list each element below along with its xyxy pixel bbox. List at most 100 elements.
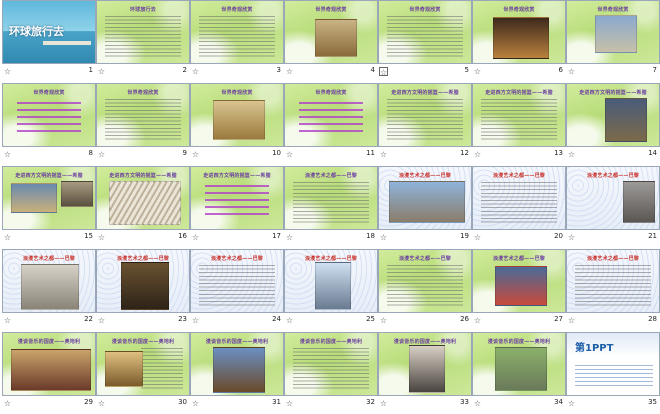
slide-item[interactable]: 漫谈音乐的国度——奥地利 ☆ 34 <box>472 332 566 414</box>
slide-item[interactable]: 走进西方文明的摇篮——希腊 ☆ 16 <box>96 166 190 248</box>
slide-transition-icon[interactable]: ☆ <box>97 316 106 325</box>
slide-transition-icon[interactable]: ☆ <box>473 399 482 408</box>
slide-thumbnail[interactable]: 浪漫艺术之都——巴黎 <box>472 249 566 313</box>
slide-transition-icon[interactable]: ☆ <box>567 233 576 242</box>
slide-thumbnail[interactable]: 浪漫艺术之都——巴黎 <box>96 249 190 313</box>
slide-thumbnail[interactable]: 漫谈音乐的国度——奥地利 <box>190 332 284 396</box>
slide-transition-icon[interactable]: ☆ <box>191 150 200 159</box>
slide-transition-icon[interactable]: ☆ <box>285 67 294 76</box>
slide-item[interactable]: 世界奇观欣赏 ☆ 7 <box>566 0 660 82</box>
slide-thumbnail[interactable]: 世界奇观欣赏 <box>190 83 284 147</box>
slide-thumbnail[interactable]: 漫谈音乐的国度——奥地利 <box>472 332 566 396</box>
slide-thumbnail[interactable]: 走进西方文明的摇篮——希腊 <box>190 166 284 230</box>
slide-thumbnail[interactable]: 漫谈音乐的国度——奥地利 <box>2 332 96 396</box>
slide-item[interactable]: 世界奇观欣赏 ☆ 10 <box>190 83 284 165</box>
slide-thumbnail[interactable]: 第1PPT <box>566 332 660 396</box>
slide-item[interactable]: 世界奇观欣赏 ☆ 5 <box>378 0 472 82</box>
slide-transition-icon[interactable]: ☆ <box>473 150 482 159</box>
slide-item[interactable]: 浪漫艺术之都——巴黎 ☆ 18 <box>284 166 378 248</box>
slide-transition-icon[interactable]: ☆ <box>285 399 294 408</box>
slide-item[interactable]: 漫谈音乐的国度——奥地利 ☆ 33 <box>378 332 472 414</box>
slide-thumbnail[interactable]: 浪漫艺术之都——巴黎 <box>378 166 472 230</box>
slide-item[interactable]: 浪漫艺术之都——巴黎 ☆ 23 <box>96 249 190 331</box>
slide-transition-icon[interactable]: ☆ <box>285 150 294 159</box>
slide-transition-icon[interactable]: ☆ <box>379 150 388 159</box>
slide-transition-icon[interactable]: ☆ <box>285 316 294 325</box>
slide-transition-icon[interactable]: ☆ <box>473 233 482 242</box>
slide-thumbnail[interactable]: 环球旅行去 <box>96 0 190 64</box>
slide-thumbnail[interactable]: 浪漫艺术之都——巴黎 <box>378 249 472 313</box>
slide-thumbnail[interactable]: 走进西方文明的摇篮——希腊 <box>566 83 660 147</box>
slide-thumbnail[interactable]: 世界奇观欣赏 <box>566 0 660 64</box>
slide-item[interactable]: 世界奇观欣赏 ☆ 4 <box>284 0 378 82</box>
slide-transition-icon[interactable]: ☆ <box>3 316 12 325</box>
slide-item[interactable]: 走进西方文明的摇篮——希腊 ☆ 17 <box>190 166 284 248</box>
slide-item[interactable]: 浪漫艺术之都——巴黎 ☆ 24 <box>190 249 284 331</box>
slide-item[interactable]: 浪漫艺术之都——巴黎 ☆ 27 <box>472 249 566 331</box>
slide-transition-icon[interactable]: ☆ <box>567 67 576 76</box>
slide-item[interactable]: 浪漫艺术之都——巴黎 ☆ 21 <box>566 166 660 248</box>
slide-thumbnail[interactable]: 世界奇观欣赏 <box>284 83 378 147</box>
slide-thumbnail[interactable]: 浪漫艺术之都——巴黎 <box>284 166 378 230</box>
slide-transition-icon[interactable]: ☆ <box>379 233 388 242</box>
slide-thumbnail[interactable]: 漫谈音乐的国度——奥地利 <box>96 332 190 396</box>
slide-transition-icon[interactable]: ☆ <box>567 316 576 325</box>
slide-item[interactable]: 环球旅行去 ☆ 1 <box>2 0 96 82</box>
slide-thumbnail[interactable]: 走进西方文明的摇篮——希腊 <box>378 83 472 147</box>
slide-item[interactable]: 走进西方文明的摇篮——希腊 ☆ 15 <box>2 166 96 248</box>
slide-transition-icon[interactable]: ☆ <box>3 399 12 408</box>
slide-item[interactable]: 世界奇观欣赏 ☆ 8 <box>2 83 96 165</box>
slide-thumbnail[interactable]: 环球旅行去 <box>2 0 96 64</box>
slide-item[interactable]: 浪漫艺术之都——巴黎 ☆ 28 <box>566 249 660 331</box>
slide-transition-icon[interactable]: ☆ <box>97 233 106 242</box>
slide-item[interactable]: 走进西方文明的摇篮——希腊 ☆ 14 <box>566 83 660 165</box>
slide-item[interactable]: 浪漫艺术之都——巴黎 ☆ 19 <box>378 166 472 248</box>
slide-item[interactable]: 漫谈音乐的国度——奥地利 ☆ 32 <box>284 332 378 414</box>
slide-thumbnail[interactable]: 世界奇观欣赏 <box>2 83 96 147</box>
slide-thumbnail[interactable]: 浪漫艺术之都——巴黎 <box>190 249 284 313</box>
slide-item[interactable]: 世界奇观欣赏 ☆ 6 <box>472 0 566 82</box>
slide-item[interactable]: 漫谈音乐的国度——奥地利 ☆ 31 <box>190 332 284 414</box>
slide-transition-icon[interactable]: ☆ <box>567 150 576 159</box>
slide-item[interactable]: 浪漫艺术之都——巴黎 ☆ 20 <box>472 166 566 248</box>
slide-transition-icon[interactable]: ☆ <box>191 316 200 325</box>
slide-item[interactable]: 世界奇观欣赏 ☆ 9 <box>96 83 190 165</box>
slide-thumbnail[interactable]: 世界奇观欣赏 <box>378 0 472 64</box>
slide-thumbnail[interactable]: 世界奇观欣赏 <box>284 0 378 64</box>
slide-transition-icon[interactable]: ☆ <box>191 233 200 242</box>
slide-item[interactable]: 走进西方文明的摇篮——希腊 ☆ 12 <box>378 83 472 165</box>
slide-item[interactable]: 世界奇观欣赏 ☆ 11 <box>284 83 378 165</box>
slide-item[interactable]: 漫谈音乐的国度——奥地利 ☆ 29 <box>2 332 96 414</box>
slide-thumbnail[interactable]: 浪漫艺术之都——巴黎 <box>2 249 96 313</box>
slide-item[interactable]: 走进西方文明的摇篮——希腊 ☆ 13 <box>472 83 566 165</box>
slide-transition-icon[interactable]: ☆ <box>379 316 388 325</box>
slide-item[interactable]: 第1PPT ☆ 35 <box>566 332 660 414</box>
slide-transition-icon[interactable]: ☆ <box>379 67 388 77</box>
slide-transition-icon[interactable]: ☆ <box>473 316 482 325</box>
slide-thumbnail[interactable]: 浪漫艺术之都——巴黎 <box>472 166 566 230</box>
slide-thumbnail[interactable]: 走进西方文明的摇篮——希腊 <box>472 83 566 147</box>
slide-transition-icon[interactable]: ☆ <box>3 67 12 76</box>
slide-transition-icon[interactable]: ☆ <box>191 67 200 76</box>
slide-transition-icon[interactable]: ☆ <box>191 399 200 408</box>
slide-transition-icon[interactable]: ☆ <box>3 150 12 159</box>
slide-transition-icon[interactable]: ☆ <box>3 233 12 242</box>
slide-transition-icon[interactable]: ☆ <box>473 67 482 76</box>
slide-item[interactable]: 浪漫艺术之都——巴黎 ☆ 22 <box>2 249 96 331</box>
slide-thumbnail[interactable]: 世界奇观欣赏 <box>190 0 284 64</box>
slide-transition-icon[interactable]: ☆ <box>97 150 106 159</box>
slide-thumbnail[interactable]: 浪漫艺术之都——巴黎 <box>566 166 660 230</box>
slide-item[interactable]: 环球旅行去 ☆ 2 <box>96 0 190 82</box>
slide-thumbnail[interactable]: 浪漫艺术之都——巴黎 <box>566 249 660 313</box>
slide-transition-icon[interactable]: ☆ <box>285 233 294 242</box>
slide-item[interactable]: 漫谈音乐的国度——奥地利 ☆ 30 <box>96 332 190 414</box>
slide-thumbnail[interactable]: 漫谈音乐的国度——奥地利 <box>378 332 472 396</box>
slide-thumbnail[interactable]: 走进西方文明的摇篮——希腊 <box>2 166 96 230</box>
slide-thumbnail[interactable]: 浪漫艺术之都——巴黎 <box>284 249 378 313</box>
slide-transition-icon[interactable]: ☆ <box>97 67 106 76</box>
slide-thumbnail[interactable]: 漫谈音乐的国度——奥地利 <box>284 332 378 396</box>
slide-item[interactable]: 浪漫艺术之都——巴黎 ☆ 25 <box>284 249 378 331</box>
slide-item[interactable]: 世界奇观欣赏 ☆ 3 <box>190 0 284 82</box>
slide-transition-icon[interactable]: ☆ <box>567 399 576 408</box>
slide-thumbnail[interactable]: 世界奇观欣赏 <box>472 0 566 64</box>
